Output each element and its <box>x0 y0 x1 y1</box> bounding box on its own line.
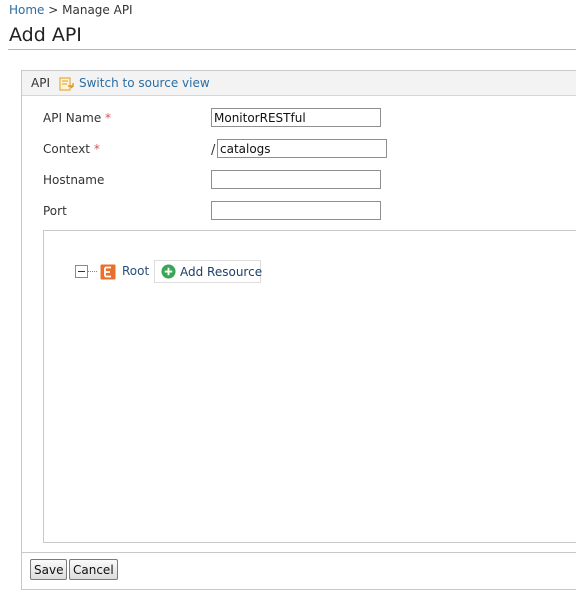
tree-root-label[interactable]: Root <box>122 264 149 278</box>
tree-connector <box>88 271 97 272</box>
minus-collapse-icon[interactable] <box>75 265 88 278</box>
context-label: Context * <box>43 142 100 156</box>
api-name-label: API Name * <box>43 111 111 125</box>
breadcrumb-current: Manage API <box>62 3 133 17</box>
cancel-button[interactable]: Cancel <box>69 559 118 580</box>
add-resource-button[interactable]: Add Resource <box>154 260 263 283</box>
api-name-label-text: API Name <box>43 111 102 125</box>
context-prefix: / <box>211 143 216 158</box>
port-input[interactable] <box>211 201 381 220</box>
hostname-input[interactable] <box>211 170 381 189</box>
page-title: Add API <box>9 24 82 46</box>
hostname-label: Hostname <box>43 173 105 187</box>
port-label: Port <box>43 204 67 218</box>
add-resource-label: Add Resource <box>180 265 263 279</box>
element-icon <box>100 264 116 280</box>
switch-source-link[interactable]: Switch to source view <box>79 76 210 90</box>
api-form-panel: API Switch to source view API Name * Con… <box>21 70 576 590</box>
breadcrumb-separator: > <box>44 3 63 17</box>
panel-header: API Switch to source view <box>22 71 576 96</box>
context-label-text: Context <box>43 142 91 156</box>
panel-header-label: API <box>31 76 50 90</box>
footer-divider <box>22 552 576 553</box>
required-marker: * <box>93 142 100 156</box>
api-name-input[interactable] <box>211 108 381 127</box>
resource-tree: Root Add Resource <box>43 230 576 543</box>
switch-source-icon[interactable] <box>59 76 75 92</box>
required-marker: * <box>105 111 112 125</box>
breadcrumb: Home > Manage API <box>9 3 133 17</box>
plus-circle-icon <box>161 264 176 279</box>
context-input[interactable] <box>217 139 387 158</box>
breadcrumb-home-link[interactable]: Home <box>9 3 44 17</box>
title-divider <box>8 49 576 50</box>
save-button[interactable]: Save <box>30 559 68 580</box>
